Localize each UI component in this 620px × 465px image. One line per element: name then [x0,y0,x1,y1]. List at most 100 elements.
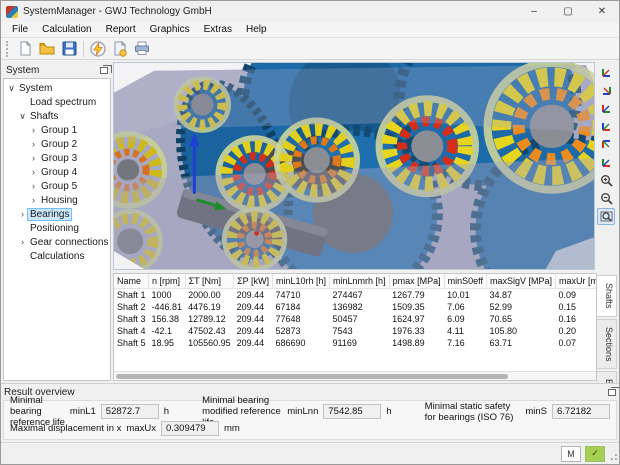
result-unit: mm [224,423,240,434]
save-button[interactable] [58,39,80,59]
view-iso-zy-button[interactable] [597,82,615,99]
expander-icon[interactable]: › [28,181,39,191]
view-axis-x4-button[interactable] [597,154,615,171]
table-row-shaft-5[interactable]: Shaft 518.95105560.95209.44 686690911691… [114,337,596,349]
axis-origin-dot [254,231,259,236]
zoom-in-button[interactable] [597,172,615,189]
result-label: Maximal displacement in x [10,423,121,434]
tree-item-housing[interactable]: ›Housing [4,193,110,207]
open-button[interactable] [36,39,58,59]
main-area: System ∨System Load spectrum ∨Shafts ›Gr… [1,60,619,383]
tree-item-group-3[interactable]: ›Group 3 [4,151,110,165]
shafts-results-table[interactable]: Namen [rpm]ΣT [Nm]ΣP [kW] minL10rh [h]mi… [114,274,596,371]
view-iso-xy-button[interactable] [597,64,615,81]
table-row-shaft-4[interactable]: Shaft 4-42.147502.43209.44 5287375431976… [114,325,596,337]
view-axis-x3-button[interactable] [597,136,615,153]
expander-icon[interactable]: › [28,125,39,135]
result-unit: h [386,406,391,417]
float-panel-icon[interactable] [608,389,616,396]
tree-item-positioning[interactable]: Positioning [4,221,110,235]
view-axis-x2-button[interactable] [597,118,615,135]
result-code: minLnn [287,406,318,417]
table-row-shaft-1[interactable]: Shaft 110002000.00209.44 747102744671267… [114,289,596,302]
menu-file[interactable]: File [5,23,35,36]
table-header-row[interactable]: Namen [rpm]ΣT [Nm]ΣP [kW] minL10rh [h]mi… [114,274,596,289]
menu-calculation[interactable]: Calculation [35,23,98,36]
menu-help[interactable]: Help [239,23,274,36]
menu-bar: File Calculation Report Graphics Extras … [1,22,619,38]
menu-extras[interactable]: Extras [197,23,239,36]
result-overview-panel: Result overview Minimal bearing referenc… [1,383,619,442]
expander-icon[interactable]: › [28,139,39,149]
expander-icon[interactable]: › [28,195,39,205]
right-column: Namen [rpm]ΣT [Nm]ΣP [kW] minL10rh [h]mi… [113,62,617,381]
toolbar-separator [83,41,84,57]
tree-item-calculations[interactable]: Calculations [4,249,110,263]
new-document-button[interactable] [14,39,36,59]
window-title: SystemManager - GWJ Technology GmbH [23,6,517,17]
system-panel-header: System [3,62,111,78]
calculation-ok-button[interactable]: ✓ [585,446,605,462]
menu-report[interactable]: Report [99,23,143,36]
zoom-fit-window-button[interactable] [597,208,615,225]
print-button[interactable] [131,39,153,59]
gearbox-3d-viewport[interactable] [113,62,595,270]
printer-icon [134,41,150,56]
tree-item-system[interactable]: ∨System [4,81,110,95]
toolbar-grip[interactable] [6,41,11,57]
expander-icon[interactable]: ∨ [6,83,17,94]
expander-icon[interactable]: › [17,209,28,219]
zoom-out-button[interactable] [597,190,615,207]
open-folder-icon [39,41,55,56]
table-horizontal-scrollbar[interactable] [114,371,596,380]
new-document-icon [18,41,33,56]
table-row-shaft-2[interactable]: Shaft 2-446.814476.19209.44 671841369821… [114,301,596,313]
result-tab-strip: Shafts Sections Bei ▲ ▼ [597,273,617,381]
tree-item-load-spectrum[interactable]: Load spectrum [4,95,110,109]
close-button[interactable]: ✕ [585,1,619,22]
result-overview-body: Minimal bearing reference life minL1 528… [3,400,617,440]
float-panel-icon[interactable] [100,67,108,74]
tab-sections[interactable]: Sections [597,319,617,370]
resize-grip[interactable] [609,454,617,462]
gearbox-3d-render [114,63,594,269]
tree-item-group-2[interactable]: ›Group 2 [4,137,110,151]
tree-item-group-1[interactable]: ›Group 1 [4,123,110,137]
system-tree: ∨System Load spectrum ∨Shafts ›Group 1 ›… [3,78,111,381]
m-status-button[interactable]: M [561,446,581,462]
viewport-toolbar [595,62,617,270]
tree-item-gear-connections[interactable]: ›Gear connections [4,235,110,249]
view-axis-x1-button[interactable] [597,100,615,117]
app-window: SystemManager - GWJ Technology GmbH – ▢ … [0,0,620,465]
shafts-results-table-panel: Namen [rpm]ΣT [Nm]ΣP [kW] minL10rh [h]mi… [113,273,597,381]
tree-item-bearings[interactable]: ›Bearings [4,207,110,221]
report-button[interactable] [109,39,131,59]
system-panel: System ∨System Load spectrum ∨Shafts ›Gr… [3,62,111,381]
tree-item-group-4[interactable]: ›Group 4 [4,165,110,179]
expander-icon[interactable]: ∨ [17,111,28,122]
system-panel-title: System [6,65,100,76]
min-bearing-ref-life-field[interactable]: 52872.7 [101,404,159,419]
tab-shafts[interactable]: Shafts [597,275,617,317]
app-icon [6,6,18,18]
min-static-safety-field[interactable]: 6.72182 [552,404,610,419]
expander-icon[interactable]: › [17,237,28,247]
status-bar: M ✓ [1,442,619,464]
save-floppy-icon [62,41,77,56]
max-displacement-x-field[interactable]: 0.309479 [161,421,219,436]
lightning-icon [90,41,106,57]
expander-icon[interactable]: › [28,153,39,163]
result-label: Minimal static safety for bearings (ISO … [425,401,521,423]
menu-graphics[interactable]: Graphics [143,23,197,36]
report-page-icon [112,41,128,57]
table-row-shaft-3[interactable]: Shaft 3156.3812789.12209.44 776485045716… [114,313,596,325]
minimize-button[interactable]: – [517,1,551,22]
tree-item-shafts[interactable]: ∨Shafts [4,109,110,123]
tree-item-group-5[interactable]: ›Group 5 [4,179,110,193]
min-bearing-mod-ref-life-field[interactable]: 7542.85 [323,404,381,419]
result-code: maxUx [126,423,156,434]
calculate-button[interactable] [87,39,109,59]
expander-icon[interactable]: › [28,167,39,177]
maximize-button[interactable]: ▢ [551,1,585,22]
scrollbar-thumb[interactable] [116,374,508,379]
